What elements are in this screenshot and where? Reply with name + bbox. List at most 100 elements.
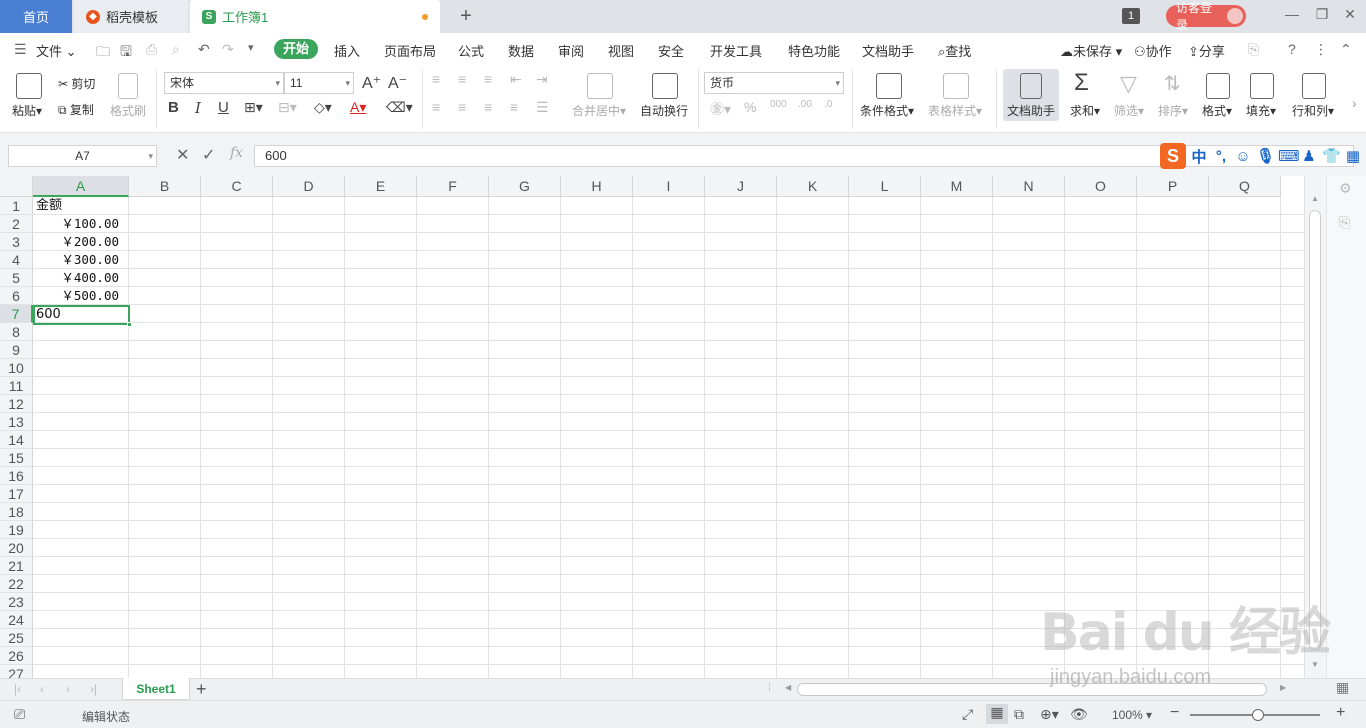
align-right-icon[interactable]: ≡ [484, 99, 492, 115]
row-header-4[interactable]: 4 [0, 251, 33, 269]
menu-developer[interactable]: 开发工具 [710, 41, 762, 60]
split-handle-icon[interactable]: ⁞ [768, 683, 771, 694]
vertical-scroll-thumb[interactable] [1309, 210, 1321, 650]
menu-view[interactable]: 视图 [608, 41, 634, 60]
font-name-select[interactable]: 宋体 ▾ [164, 72, 284, 94]
row-header-10[interactable]: 10 [0, 359, 33, 377]
paste-button[interactable]: 粘贴▾ [12, 102, 42, 119]
row-header-3[interactable]: 3 [0, 233, 33, 251]
italic-icon[interactable]: I [195, 99, 201, 117]
zoom-out-icon[interactable]: − [1170, 704, 1179, 722]
restore-icon[interactable]: ❐ [1312, 6, 1332, 23]
row-header-15[interactable]: 15 [0, 449, 33, 467]
row-header-14[interactable]: 14 [0, 431, 33, 449]
print-icon[interactable]: ⌕ [172, 41, 180, 58]
zoom-slider-knob[interactable] [1252, 709, 1264, 721]
prev-sheet-icon[interactable]: ‹ [40, 682, 44, 696]
open-folder-icon[interactable]: 🗀 [96, 41, 110, 65]
share-button[interactable]: ⇪分享 [1188, 41, 1225, 60]
row-col-button[interactable]: 行和列▾ [1292, 102, 1334, 119]
distributed-icon[interactable]: ☰ [536, 99, 549, 116]
align-left-icon[interactable]: ≡ [432, 99, 440, 115]
column-header-n[interactable]: N [993, 176, 1065, 197]
row-col-icon[interactable] [1302, 73, 1326, 99]
align-middle-icon[interactable]: ≡ [458, 71, 466, 87]
visitor-login-button[interactable]: 访客登录 [1166, 1, 1246, 32]
scroll-down-icon[interactable]: ▼ [1311, 660, 1319, 669]
new-tab-button[interactable]: + [454, 4, 478, 28]
close-icon[interactable]: ✕ [1340, 6, 1360, 23]
row-header-13[interactable]: 13 [0, 413, 33, 431]
column-header-h[interactable]: H [561, 176, 633, 197]
help-icon[interactable]: ? [1288, 41, 1296, 57]
percent-icon[interactable]: % [744, 99, 756, 115]
reading-mode-icon[interactable]: ⊕▾ [1040, 706, 1059, 723]
menu-doc-assistant[interactable]: 文档助手 [862, 41, 914, 60]
doc-assistant-button[interactable]: 文档助手 [1003, 69, 1059, 121]
conditional-format-button[interactable]: 条件格式▾ [860, 102, 914, 119]
menu-special-features[interactable]: 特色功能 [788, 41, 840, 60]
column-header-i[interactable]: I [633, 176, 705, 197]
cell-a4[interactable]: ￥300.00 [34, 251, 129, 269]
column-header-d[interactable]: D [273, 176, 345, 197]
cell-a6[interactable]: ￥500.00 [34, 287, 129, 305]
scroll-left-icon[interactable]: ◀ [785, 683, 791, 692]
increase-decimal-icon[interactable]: .00 [798, 99, 812, 110]
row-header-7[interactable]: 7 [0, 305, 33, 323]
row-header-26[interactable]: 26 [0, 647, 33, 665]
scroll-right-icon[interactable]: ▶ [1280, 683, 1286, 692]
row-header-18[interactable]: 18 [0, 503, 33, 521]
indent-increase-icon[interactable]: ⇥ [536, 71, 548, 88]
column-header-g[interactable]: G [489, 176, 561, 197]
conditional-format-icon[interactable] [876, 73, 902, 99]
align-top-icon[interactable]: ≡ [432, 71, 440, 87]
row-header-11[interactable]: 11 [0, 377, 33, 395]
tab-workbook[interactable]: S 工作簿1 [190, 0, 440, 33]
row-header-27[interactable]: 27 [0, 665, 33, 678]
wrap-text-icon[interactable] [652, 73, 678, 99]
row-header-2[interactable]: 2 [0, 215, 33, 233]
chinese-mode-icon[interactable]: 中 [1190, 146, 1208, 167]
decrease-font-icon[interactable]: A⁻ [388, 73, 407, 93]
add-sheet-icon[interactable]: + [196, 679, 207, 699]
menu-security[interactable]: 安全 [658, 41, 684, 60]
skin-icon[interactable]: 👕 [1322, 147, 1341, 165]
menu-formulas[interactable]: 公式 [458, 41, 484, 60]
column-header-p[interactable]: P [1137, 176, 1209, 197]
sum-button[interactable]: 求和▾ [1070, 102, 1100, 119]
row-header-23[interactable]: 23 [0, 593, 33, 611]
undo-icon[interactable]: ↶ [198, 41, 210, 58]
currency-icon[interactable]: ㊎▾ [710, 99, 731, 119]
row-header-12[interactable]: 12 [0, 395, 33, 413]
collab-button[interactable]: ⚇协作 [1134, 41, 1172, 60]
merge-center-button[interactable]: 合并居中▾ [572, 102, 626, 119]
sogou-ime-icon[interactable]: S [1160, 143, 1186, 169]
keyboard-icon[interactable]: ⌨ [1278, 147, 1300, 165]
cell-style-icon[interactable]: ⊟▾ [278, 99, 297, 116]
vertical-scrollbar[interactable]: ▲ ▼ [1304, 176, 1326, 678]
collapse-ribbon-icon[interactable]: ⌃ [1340, 41, 1352, 58]
side-doc-icon[interactable]: ⎘ [1339, 214, 1350, 231]
page-break-view-icon[interactable]: ⧉ [1014, 706, 1024, 723]
next-sheet-icon[interactable]: › [66, 682, 70, 696]
menu-page-layout[interactable]: 页面布局 [384, 41, 436, 60]
name-box[interactable]: A7 ▾ [8, 145, 157, 167]
print-preview-icon[interactable]: ⎙ [146, 41, 157, 58]
cell-a2[interactable]: ￥100.00 [34, 215, 129, 233]
horizontal-scrollbar[interactable]: ◀ ▶ [783, 682, 1293, 697]
zoom-select[interactable]: 100% ▾ [1112, 708, 1152, 722]
row-header-19[interactable]: 19 [0, 521, 33, 539]
fullscreen-icon[interactable]: ⤢ [962, 706, 973, 723]
row-header-21[interactable]: 21 [0, 557, 33, 575]
zoom-in-icon[interactable]: + [1336, 704, 1345, 722]
confirm-formula-icon[interactable]: ✓ [202, 145, 215, 165]
macro-record-icon[interactable]: ⎚ [14, 706, 25, 723]
row-header-16[interactable]: 16 [0, 467, 33, 485]
column-header-f[interactable]: F [417, 176, 489, 197]
eraser-icon[interactable]: ⌫▾ [386, 99, 413, 116]
align-bottom-icon[interactable]: ≡ [484, 71, 492, 87]
cell-a5[interactable]: ￥400.00 [34, 269, 129, 287]
sheet-tab-sheet1[interactable]: Sheet1 [122, 678, 190, 700]
format-button[interactable]: 格式▾ [1202, 102, 1232, 119]
paste-icon[interactable] [16, 73, 42, 99]
